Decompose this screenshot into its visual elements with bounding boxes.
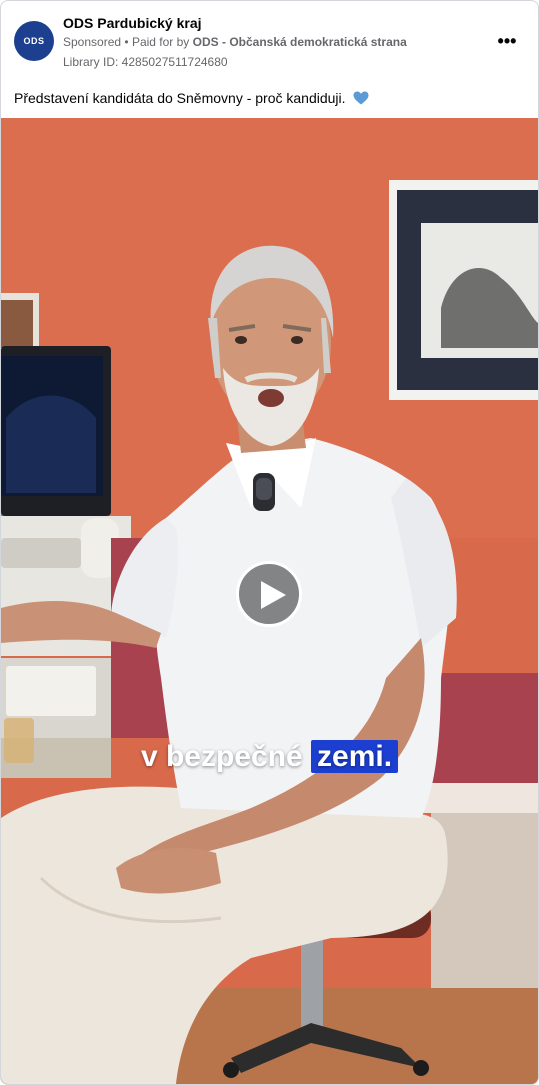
library-id: Library ID: 4285027511724680 [63,55,228,69]
page-name-link[interactable]: ODS Pardubický kraj [63,15,202,31]
page-avatar[interactable]: ODS [14,21,54,61]
caption-text: Představení kandidáta do Sněmovny - proč… [14,90,346,106]
post-header: ODS ODS Pardubický kraj Sponsored • Paid… [1,1,538,81]
ad-card: ODS ODS Pardubický kraj Sponsored • Paid… [0,0,539,1085]
payer-name: ODS - Občanská demokratická strana [192,35,407,49]
paid-for-by-label: Paid for by [131,35,190,49]
avatar-logo-text: ODS [23,36,45,46]
post-caption: Představení kandidáta do Sněmovny - proč… [14,90,369,106]
sponsored-line: Sponsored • Paid for by ODS - Občanská d… [63,35,407,49]
video-subtitle: v bezpečné zemi. [1,740,538,774]
play-icon [261,581,286,609]
blue-heart-icon [353,91,369,105]
play-button[interactable] [236,561,302,627]
video-player[interactable]: v bezpečné zemi. [1,118,538,1084]
sponsored-label: Sponsored [63,35,122,49]
meta-separator: • [124,35,129,49]
subtitle-highlight: zemi. [311,740,399,773]
more-options-icon[interactable]: ••• [491,29,523,53]
subtitle-text: v bezpečné [140,740,303,773]
